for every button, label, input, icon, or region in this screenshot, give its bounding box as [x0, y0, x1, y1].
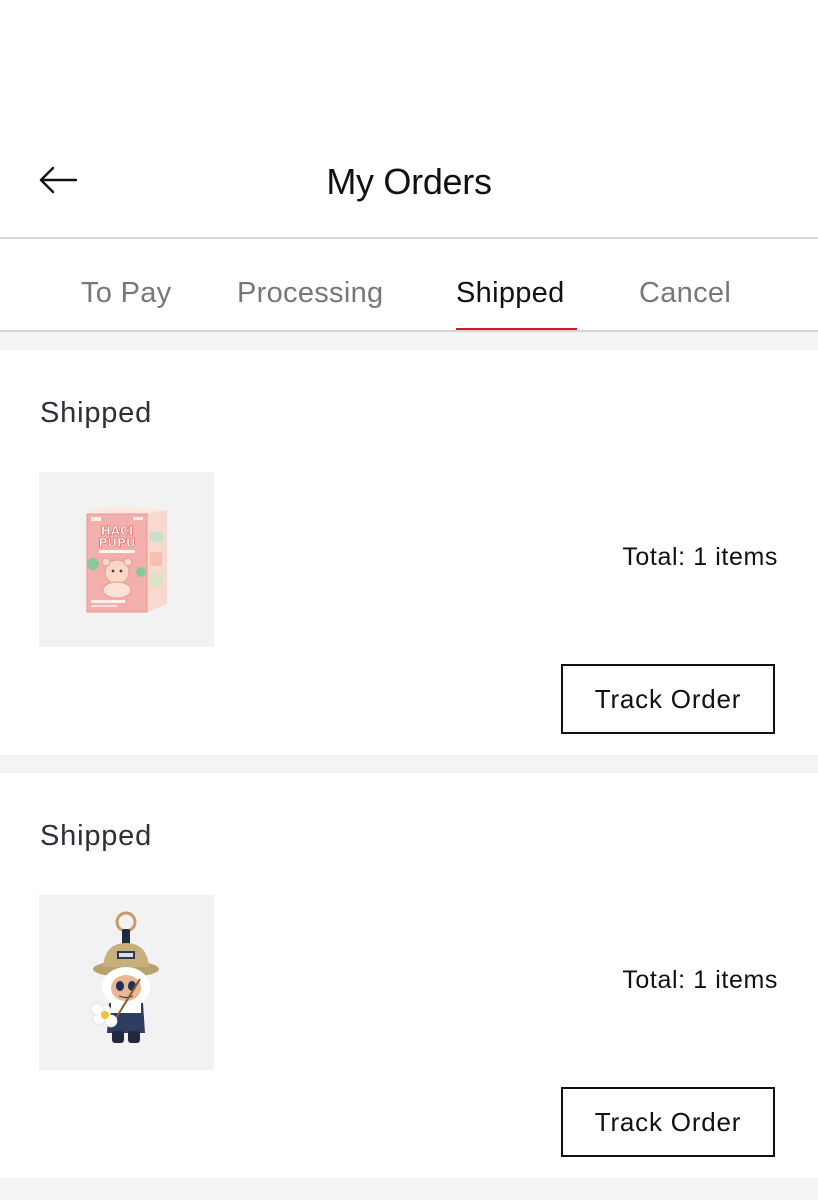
box-logo-lettering: HACI PUPU [98, 524, 136, 551]
pink-blind-box-figure-image: HACI PUPU [39, 472, 214, 647]
order-status-tabs: To Pay Processing Shipped Cancel [0, 239, 818, 332]
tab-shipped[interactable]: Shipped [456, 273, 565, 313]
order-card: Shipped HACI PUPU Total: 1 items Track O… [0, 350, 818, 755]
track-order-button[interactable]: Track Order [561, 664, 775, 734]
plush-keychain-figure-image [39, 895, 214, 1070]
product-thumbnail[interactable]: HACI PUPU [39, 472, 214, 647]
order-card: Shipped Total: 1 items Track Order [0, 773, 818, 1178]
tab-processing[interactable]: Processing [237, 273, 383, 313]
my-orders-page: My Orders To Pay Processing Shipped Canc… [0, 0, 818, 1200]
order-total: Total: 1 items [622, 543, 778, 571]
order-total: Total: 1 items [622, 966, 778, 994]
order-status: Shipped [40, 820, 153, 852]
product-thumbnail[interactable] [39, 895, 214, 1070]
section-separator [0, 1178, 818, 1200]
tab-to-pay[interactable]: To Pay [81, 273, 171, 313]
tab-cancel[interactable]: Cancel [639, 273, 731, 313]
svg-text:PUPU: PUPU [98, 536, 135, 550]
app-header: My Orders [0, 0, 818, 239]
page-title: My Orders [326, 161, 492, 202]
section-separator [0, 332, 818, 350]
section-separator [0, 755, 818, 773]
track-order-button[interactable]: Track Order [561, 1087, 775, 1157]
order-status: Shipped [40, 397, 153, 429]
